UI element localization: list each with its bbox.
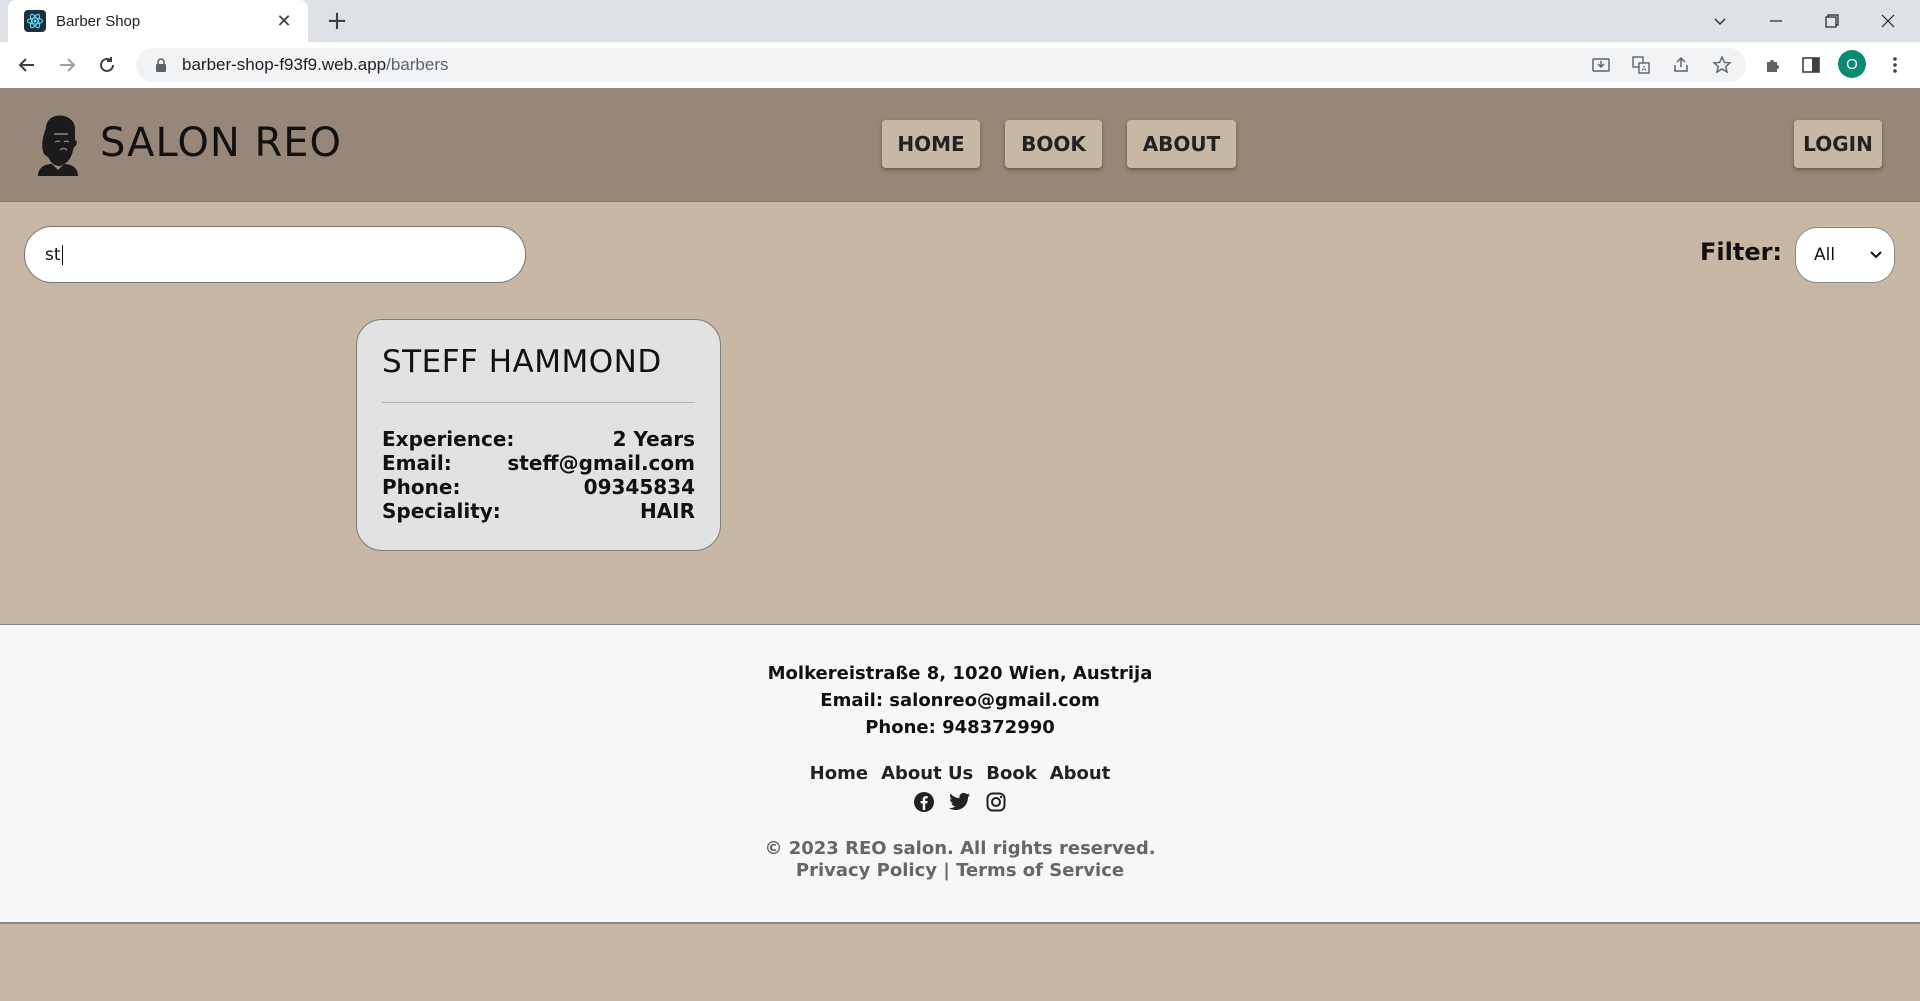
url-path: /barbers	[386, 55, 449, 74]
filter-selected-value: All	[1814, 245, 1836, 265]
twitter-icon[interactable]	[948, 790, 972, 814]
browser-toolbar: barber-shop-f93f9.web.app/barbers A	[0, 42, 1920, 88]
forward-icon[interactable]	[52, 50, 82, 80]
instagram-icon[interactable]	[984, 790, 1008, 814]
tab-search-chevron-icon[interactable]	[1692, 0, 1748, 42]
footer-link-about[interactable]: About	[1050, 763, 1111, 784]
profile-avatar[interactable]: O	[1838, 50, 1866, 78]
menu-dots-icon[interactable]	[1880, 50, 1910, 80]
login-button[interactable]: LOGIN	[1794, 120, 1882, 168]
nav-home-button[interactable]: HOME	[882, 120, 980, 168]
tab-title: Barber Shop	[56, 12, 141, 30]
browser-tab[interactable]: Barber Shop ✕	[8, 0, 308, 42]
tab-close-icon[interactable]: ✕	[272, 11, 296, 32]
detail-row-experience: Experience: 2 Years	[382, 427, 695, 451]
text-caret	[61, 244, 63, 265]
footer-phone: Phone: 948372990	[865, 717, 1055, 738]
lock-icon[interactable]	[152, 56, 170, 74]
detail-value: HAIR	[639, 499, 695, 523]
footer-link-about-us[interactable]: About Us	[881, 763, 973, 784]
new-tab-icon[interactable]: +	[322, 6, 352, 36]
detail-row-speciality: Speciality: HAIR	[382, 499, 695, 523]
react-icon	[24, 10, 46, 32]
barber-name: STEFF HAMMOND	[382, 344, 662, 380]
install-icon[interactable]	[1584, 48, 1618, 82]
url-text: barber-shop-f93f9.web.app/barbers	[182, 55, 449, 75]
detail-value: steff@gmail.com	[507, 451, 695, 475]
extensions-icon[interactable]	[1758, 50, 1788, 80]
close-window-icon[interactable]	[1860, 0, 1916, 42]
card-divider	[382, 402, 695, 403]
site-footer: Molkereistraße 8, 1020 Wien, Austrija Em…	[0, 624, 1920, 924]
translate-icon[interactable]: A	[1624, 48, 1658, 82]
footer-link-book[interactable]: Book	[986, 763, 1036, 784]
barber-card[interactable]: STEFF HAMMOND Experience: 2 Years Email:…	[356, 319, 721, 551]
detail-label: Speciality:	[382, 499, 501, 523]
footer-link-home[interactable]: Home	[810, 763, 868, 784]
footer-links: Home About Us Book About	[0, 763, 1920, 784]
footer-copyright: © 2023 REO salon. All rights reserved.	[764, 838, 1156, 859]
detail-label: Phone:	[382, 475, 461, 499]
browser-tab-bar: Barber Shop ✕ +	[0, 0, 1920, 42]
facebook-icon[interactable]	[912, 790, 936, 814]
url-host: barber-shop-f93f9.web.app	[182, 55, 387, 74]
brand-name[interactable]: SALON REO	[100, 120, 342, 166]
detail-row-phone: Phone: 09345834	[382, 475, 695, 499]
detail-value: 2 Years	[612, 427, 695, 451]
footer-address: Molkereistraße 8, 1020 Wien, Austrija	[767, 663, 1153, 684]
search-value: st	[45, 244, 61, 265]
back-icon[interactable]	[12, 50, 42, 80]
barber-logo-icon[interactable]	[32, 114, 82, 176]
site-header: SALON REO HOME BOOK ABOUT LOGIN	[0, 88, 1920, 202]
footer-social	[0, 790, 1920, 814]
side-panel-icon[interactable]	[1796, 50, 1826, 80]
nav-book-button[interactable]: BOOK	[1005, 120, 1102, 168]
search-input[interactable]: st	[24, 226, 526, 283]
svg-text:A: A	[1642, 65, 1647, 73]
detail-row-email: Email: steff@gmail.com	[382, 451, 695, 475]
detail-label: Experience:	[382, 427, 515, 451]
reload-icon[interactable]	[92, 50, 122, 80]
bookmark-star-icon[interactable]	[1705, 48, 1739, 82]
barber-details: Experience: 2 Years Email: steff@gmail.c…	[382, 427, 695, 523]
detail-value: 09345834	[583, 475, 695, 499]
chevron-down-icon	[1868, 246, 1884, 262]
filter-label: Filter:	[1700, 238, 1783, 266]
share-icon[interactable]	[1664, 48, 1698, 82]
detail-label: Email:	[382, 451, 452, 475]
minimize-icon[interactable]	[1748, 0, 1804, 42]
nav-about-button[interactable]: ABOUT	[1127, 120, 1236, 168]
footer-email: Email: salonreo@gmail.com	[820, 690, 1100, 711]
address-bar[interactable]: barber-shop-f93f9.web.app/barbers	[136, 48, 1746, 82]
footer-legal-links[interactable]: Privacy Policy | Terms of Service	[0, 860, 1920, 882]
restore-icon[interactable]	[1804, 0, 1860, 42]
filter-select[interactable]: All	[1795, 227, 1895, 283]
